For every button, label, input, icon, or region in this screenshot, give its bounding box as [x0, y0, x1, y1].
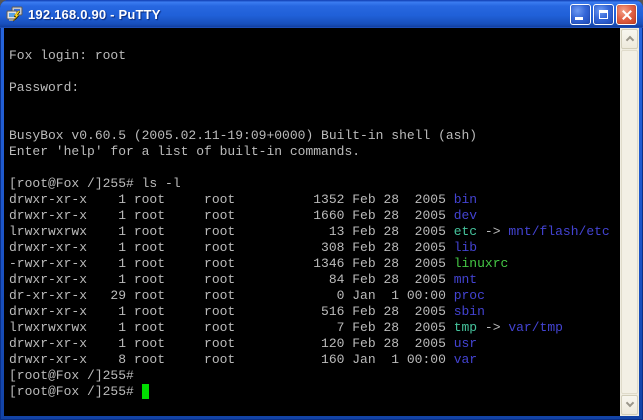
- terminal-text-segment: lib: [454, 240, 477, 255]
- terminal-line: drwxr-xr-x 1 root root 516 Feb 28 2005 s…: [9, 304, 620, 320]
- terminal-text-segment: [root@Fox /]255#: [9, 384, 142, 399]
- terminal-text-segment: drwxr-xr-x 1 root root 308 Feb 28 2005: [9, 240, 454, 255]
- chevron-down-icon: [626, 399, 634, 407]
- maximize-icon: [599, 10, 608, 19]
- terminal-line: lrwxrwxrwx 1 root root 13 Feb 28 2005 et…: [9, 224, 620, 240]
- terminal-text-segment: Fox login: root: [9, 48, 126, 63]
- terminal-text-segment: lrwxrwxrwx 1 root root 13 Feb 28 2005: [9, 224, 454, 239]
- window-body: Fox login: root Password: BusyBox v0.60.5 …: [4, 28, 639, 416]
- terminal-text-segment: -rwxr-xr-x 1 root root 1346 Feb 28 2005: [9, 256, 454, 271]
- terminal-line: drwxr-xr-x 1 root root 308 Feb 28 2005 l…: [9, 240, 620, 256]
- terminal-line: Enter 'help' for a list of built-in comm…: [9, 144, 620, 160]
- terminal-text-segment: [root@Fox /]255# ls -l: [9, 176, 181, 191]
- window-title: 192.168.0.90 - PuTTY: [28, 7, 564, 22]
- terminal-text-segment: linuxrc: [454, 256, 509, 271]
- terminal-text-segment: bin: [454, 192, 477, 207]
- terminal-lines: Fox login: root Password: BusyBox v0.60.5 …: [9, 32, 620, 400]
- terminal-line: [root@Fox /]255#: [9, 384, 620, 400]
- terminal-text-segment: drwxr-xr-x 8 root root 160 Jan 1 00:00: [9, 352, 454, 367]
- scrollbar[interactable]: [620, 28, 639, 416]
- terminal-line: [9, 112, 620, 128]
- terminal-line: [9, 96, 620, 112]
- terminal-text-segment: [root@Fox /]255#: [9, 368, 134, 383]
- terminal-text-segment: tmp: [454, 320, 477, 335]
- putty-app-icon: [6, 5, 24, 23]
- title-bar[interactable]: 192.168.0.90 - PuTTY: [0, 0, 643, 28]
- terminal-line: [9, 64, 620, 80]
- terminal-line: [9, 32, 620, 48]
- terminal-cursor: [142, 384, 150, 399]
- terminal-text-segment: drwxr-xr-x 1 root root 1352 Feb 28 2005: [9, 192, 454, 207]
- terminal-line: dr-xr-xr-x 29 root root 0 Jan 1 00:00 pr…: [9, 288, 620, 304]
- terminal-line: [root@Fox /]255#: [9, 368, 620, 384]
- terminal-text-segment: mnt/flash/etc: [508, 224, 609, 239]
- terminal-line: drwxr-xr-x 1 root root 120 Feb 28 2005 u…: [9, 336, 620, 352]
- terminal-text-segment: mnt: [454, 272, 477, 287]
- scrollbar-track[interactable]: [621, 50, 638, 394]
- terminal-line: drwxr-xr-x 1 root root 84 Feb 28 2005 mn…: [9, 272, 620, 288]
- terminal-line: -rwxr-xr-x 1 root root 1346 Feb 28 2005 …: [9, 256, 620, 272]
- terminal-text-segment: dr-xr-xr-x 29 root root 0 Jan 1 00:00: [9, 288, 454, 303]
- terminal-line: lrwxrwxrwx 1 root root 7 Feb 28 2005 tmp…: [9, 320, 620, 336]
- terminal-line: drwxr-xr-x 8 root root 160 Jan 1 00:00 v…: [9, 352, 620, 368]
- terminal-text-segment: drwxr-xr-x 1 root root 120 Feb 28 2005: [9, 336, 454, 351]
- terminal-text-segment: Password:: [9, 80, 79, 95]
- terminal-text-segment: proc: [454, 288, 485, 303]
- minimize-button[interactable]: [570, 4, 591, 25]
- terminal-text-segment: usr: [454, 336, 477, 351]
- terminal-text-segment: Enter 'help' for a list of built-in comm…: [9, 144, 360, 159]
- terminal-line: [9, 160, 620, 176]
- scrollbar-thumb[interactable]: [621, 50, 638, 394]
- terminal-text-segment: drwxr-xr-x 1 root root 84 Feb 28 2005: [9, 272, 454, 287]
- putty-window: 192.168.0.90 - PuTTY Fox login: root Pass…: [0, 0, 643, 420]
- terminal-screen[interactable]: Fox login: root Password: BusyBox v0.60.5 …: [4, 28, 620, 416]
- terminal-text-segment: drwxr-xr-x 1 root root 516 Feb 28 2005: [9, 304, 454, 319]
- minimize-icon: [575, 17, 583, 20]
- terminal-line: [root@Fox /]255# ls -l: [9, 176, 620, 192]
- terminal-line: drwxr-xr-x 1 root root 1352 Feb 28 2005 …: [9, 192, 620, 208]
- close-button[interactable]: [616, 4, 637, 25]
- terminal-text-segment: etc: [454, 224, 477, 239]
- scrollbar-up-button[interactable]: [621, 29, 638, 49]
- window-controls: [570, 4, 637, 25]
- terminal-line: BusyBox v0.60.5 (2005.02.11-19:09+0000) …: [9, 128, 620, 144]
- terminal-text-segment: dev: [454, 208, 477, 223]
- terminal-text-segment: lrwxrwxrwx 1 root root 7 Feb 28 2005: [9, 320, 454, 335]
- terminal-line: Password:: [9, 80, 620, 96]
- terminal-text-segment: sbin: [454, 304, 485, 319]
- terminal-line: drwxr-xr-x 1 root root 1660 Feb 28 2005 …: [9, 208, 620, 224]
- maximize-button[interactable]: [593, 4, 614, 25]
- terminal-text-segment: var: [454, 352, 477, 367]
- terminal-text-segment: BusyBox v0.60.5 (2005.02.11-19:09+0000) …: [9, 128, 477, 143]
- terminal-line: Fox login: root: [9, 48, 620, 64]
- terminal-text-segment: drwxr-xr-x 1 root root 1660 Feb 28 2005: [9, 208, 454, 223]
- terminal-text-segment: ->: [477, 320, 508, 335]
- scrollbar-down-button[interactable]: [621, 395, 638, 415]
- chevron-up-icon: [626, 36, 634, 44]
- terminal-text-segment: var/tmp: [508, 320, 563, 335]
- terminal-text-segment: ->: [477, 224, 508, 239]
